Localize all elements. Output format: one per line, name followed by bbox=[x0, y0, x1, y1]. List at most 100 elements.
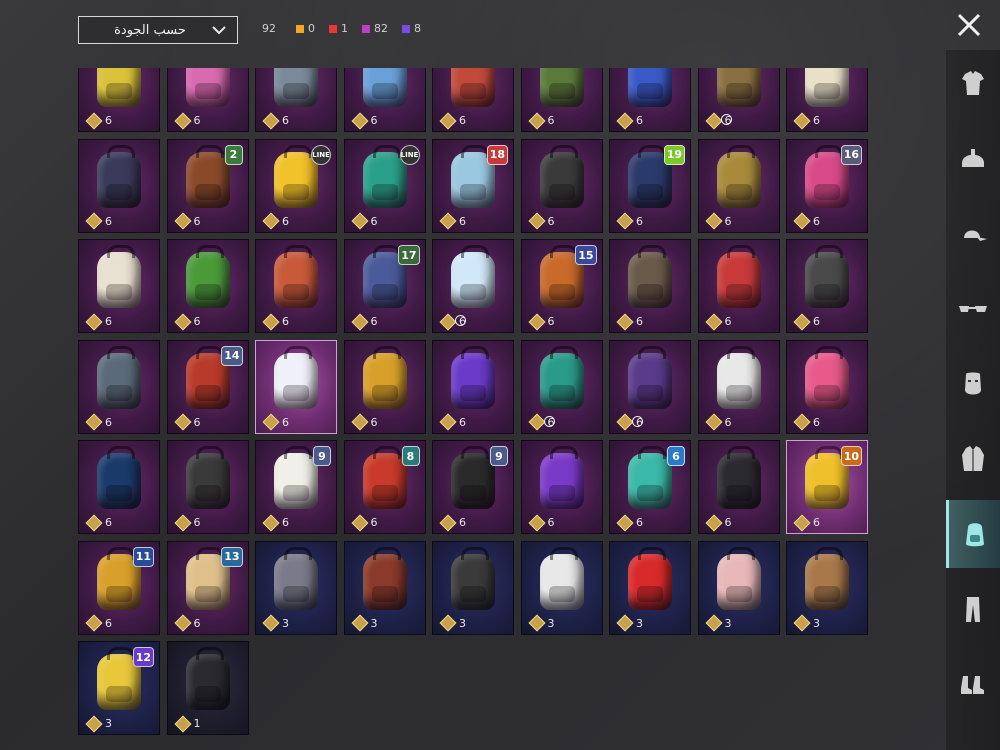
backpack-item[interactable]: 6 bbox=[609, 239, 691, 333]
backpack-item[interactable]: 6 bbox=[697, 339, 780, 434]
backpack-item[interactable]: 6 bbox=[786, 68, 868, 132]
backpack-item[interactable]: 6 bbox=[432, 68, 514, 132]
level-badge: 9 bbox=[313, 446, 331, 466]
backpack-item[interactable]: 17 6 bbox=[343, 239, 426, 333]
item-count-row: 6 bbox=[616, 313, 643, 330]
quality-count: 8 bbox=[414, 22, 421, 35]
backpack-item[interactable]: 6 bbox=[786, 239, 868, 333]
item-count-row: 6 bbox=[262, 413, 289, 431]
backpack-item[interactable]: 16 6 bbox=[786, 138, 868, 233]
backpack-item[interactable]: 6 bbox=[520, 440, 603, 534]
item-count: 6 bbox=[813, 114, 820, 127]
diamond-icon bbox=[262, 112, 280, 129]
mask-category[interactable] bbox=[946, 350, 1000, 418]
diamond-icon bbox=[705, 413, 722, 431]
backpack-item[interactable]: 96 bbox=[255, 440, 337, 534]
glasses-category[interactable] bbox=[946, 275, 1000, 343]
backpack-item[interactable]: 3 bbox=[697, 540, 780, 635]
backpack-item[interactable]: 6 bbox=[78, 68, 160, 132]
backpack-item[interactable]: 19 6 bbox=[609, 138, 691, 233]
backpack-item[interactable]: 26 bbox=[166, 138, 249, 233]
backpack-item[interactable]: LINE 6 bbox=[255, 138, 337, 233]
backpack-item[interactable]: 6 bbox=[697, 440, 780, 534]
backpack-item[interactable]: 6 bbox=[78, 138, 160, 233]
quality-counters: 92 0 1 82 8 bbox=[262, 22, 435, 35]
jacket-category[interactable] bbox=[946, 425, 1000, 493]
backpack-item[interactable]: 3 bbox=[432, 540, 514, 635]
backpack-item[interactable]: 6 bbox=[255, 339, 337, 434]
backpack-item[interactable]: 86 bbox=[343, 440, 426, 534]
backpack-item[interactable]: 13 6 bbox=[166, 540, 249, 635]
backpack-item[interactable]: 6 bbox=[255, 239, 337, 333]
backpack-item[interactable]: 15 6 bbox=[520, 239, 603, 333]
backpack-item[interactable]: 3 bbox=[609, 540, 691, 635]
shoes-category[interactable] bbox=[946, 650, 1000, 718]
backpack-item[interactable]: 96 bbox=[432, 440, 514, 534]
backpack-item[interactable]: 6 bbox=[697, 138, 780, 233]
quality-count: 0 bbox=[308, 22, 315, 35]
item-count-row: 6 bbox=[174, 112, 201, 129]
backpack-item[interactable]: 12 3 bbox=[78, 641, 160, 735]
diamond-icon bbox=[85, 514, 103, 531]
item-count-row: 6 bbox=[439, 212, 466, 230]
item-count: 6 bbox=[370, 214, 378, 228]
backpack-item[interactable]: 3 bbox=[520, 540, 603, 635]
backpack-item[interactable]: 14 6 bbox=[166, 339, 249, 434]
backpack-item[interactable]: 10 6 bbox=[786, 440, 868, 534]
backpack-icon bbox=[451, 245, 495, 309]
sort-dropdown[interactable]: حسب الجودة bbox=[78, 16, 238, 44]
backpack-item[interactable]: 6 bbox=[786, 339, 868, 434]
backpack-item[interactable]: 6 bbox=[343, 68, 426, 132]
diamond-icon bbox=[705, 514, 722, 531]
backpack-item[interactable]: LINE 6 bbox=[343, 138, 426, 233]
backpack-item[interactable]: 66 bbox=[609, 440, 691, 534]
hat-category[interactable] bbox=[946, 200, 1000, 268]
backpack-item[interactable]: 3 bbox=[255, 540, 337, 635]
diamond-icon bbox=[439, 212, 457, 230]
backpack-item[interactable]: 18 6 bbox=[432, 138, 514, 233]
item-count: 6 bbox=[724, 516, 732, 529]
backpack-category[interactable] bbox=[946, 500, 1000, 568]
backpack-item[interactable]: 6 bbox=[166, 440, 249, 534]
backpack-item[interactable]: 6 bbox=[78, 339, 160, 434]
backpack-item[interactable]: 6 bbox=[78, 440, 160, 534]
backpack-item[interactable]: 6 bbox=[697, 68, 780, 132]
backpack-item[interactable]: 6 bbox=[166, 68, 249, 132]
backpack-item[interactable]: 11 6 bbox=[78, 540, 160, 635]
backpack-item[interactable]: 6 bbox=[609, 68, 691, 132]
backpack-item[interactable]: 6 bbox=[432, 339, 514, 434]
item-count: 6 bbox=[813, 415, 820, 429]
item-count: 6 bbox=[813, 214, 820, 228]
backpack-icon bbox=[185, 245, 230, 309]
backpack-item[interactable]: 6 bbox=[520, 339, 603, 434]
backpack-item[interactable]: 6 bbox=[697, 239, 780, 333]
shirt-icon bbox=[962, 71, 984, 95]
helmet-category[interactable] bbox=[946, 125, 1000, 193]
item-count-row: 6 bbox=[174, 212, 201, 230]
backpack-item[interactable]: 6 bbox=[343, 339, 426, 434]
backpack-item[interactable]: 3 bbox=[786, 540, 868, 635]
item-count-row: 6 bbox=[528, 112, 555, 129]
item-count: 6 bbox=[724, 415, 732, 429]
backpack-item[interactable]: 6 bbox=[166, 239, 249, 333]
backpack-item[interactable]: 1 bbox=[166, 641, 249, 735]
inventory-grid-scroll[interactable]: 6 6 6 6 6 6 6 6 6 6 2 6 LINE 6 LINE 6 18 6 6 19 6 6 16 6 6 6 6 17 6 6… bbox=[78, 68, 878, 750]
backpack-item[interactable]: 6 bbox=[255, 68, 337, 132]
item-count-row: 6 bbox=[85, 413, 112, 431]
outfit-category[interactable] bbox=[946, 50, 1000, 118]
backpack-item[interactable]: 6 bbox=[432, 239, 514, 333]
backpack-icon bbox=[185, 647, 230, 711]
item-count: 6 bbox=[459, 114, 466, 127]
level-badge: 12 bbox=[132, 647, 154, 667]
pants-category[interactable] bbox=[946, 575, 1000, 643]
item-count-row: 6 bbox=[793, 514, 820, 531]
item-count-row: 6 bbox=[174, 614, 201, 632]
backpack-item[interactable]: 6 bbox=[609, 339, 691, 434]
backpack-item[interactable]: 6 bbox=[520, 138, 603, 233]
backpack-item[interactable]: 6 bbox=[78, 239, 160, 333]
close-button[interactable] bbox=[952, 8, 986, 42]
item-count-row: 6 bbox=[85, 212, 112, 230]
backpack-item[interactable]: 3 bbox=[343, 540, 426, 635]
backpack-item[interactable]: 6 bbox=[520, 68, 603, 132]
item-count: 6 bbox=[105, 114, 112, 127]
